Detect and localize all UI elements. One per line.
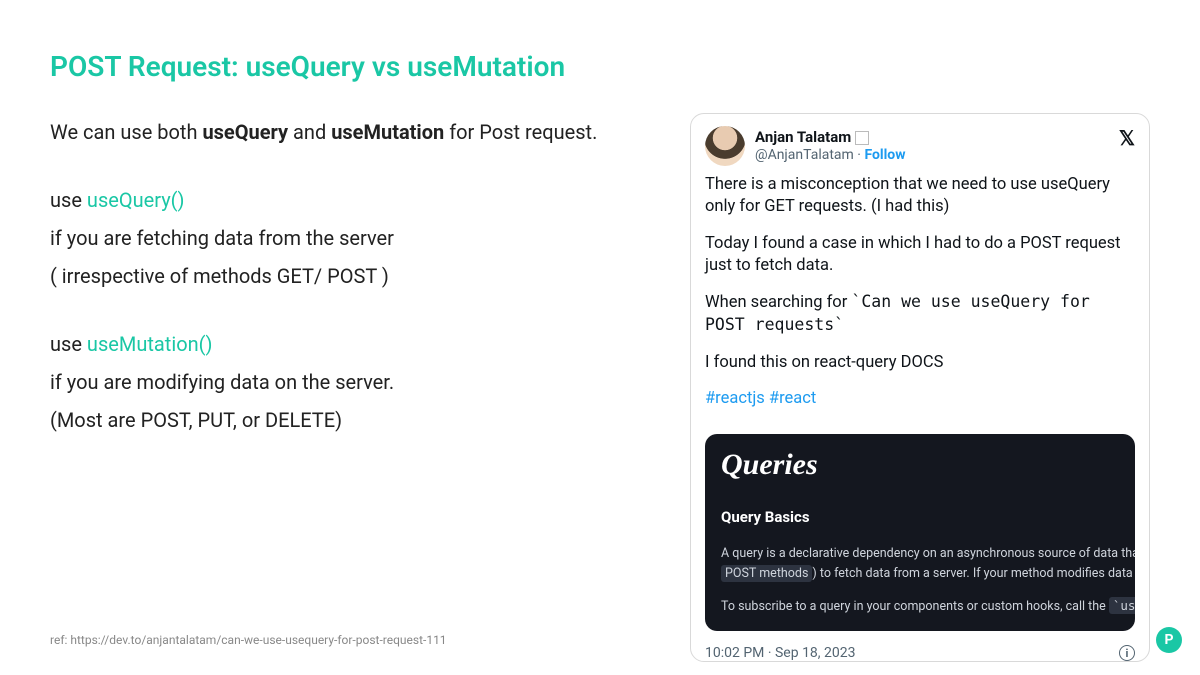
text: and [288, 120, 331, 144]
text: We can use both [50, 120, 202, 144]
tweet-timestamp[interactable]: 10:02 PM · Sep 18, 2023 [705, 645, 856, 661]
tweet-author-handle: @AnjanTalatam · Follow [755, 147, 905, 165]
text: ( irrespective of methods GET/ POST ) [50, 264, 389, 288]
reference-link: ref: https://dev.to/anjantalatam/can-we-… [50, 633, 447, 647]
bold-usemutation: useMutation [331, 120, 444, 144]
text: Anjan Talatam [755, 128, 851, 147]
text: if you are modifying data on the server. [50, 370, 394, 394]
text: for Post request. [444, 120, 597, 144]
text: @AnjanTalatam [755, 147, 854, 163]
tweet-author-name[interactable]: Anjan Talatam [755, 128, 869, 147]
highlight-pill: POST methods [721, 565, 812, 582]
tweet-body: There is a misconception that we need to… [691, 174, 1149, 434]
docs-text: A query is a declarative dependency on a… [721, 544, 1119, 617]
x-logo-icon[interactable]: 𝕏 [1119, 126, 1135, 151]
tweet-text: There is a misconception that we need to… [705, 174, 1135, 219]
docs-subtitle: Query Basics [721, 508, 1119, 526]
tweet-text: When searching for `Can we use useQuery … [705, 291, 1135, 338]
text: use [50, 332, 87, 356]
text: ) to fetch data from a server. If your m… [812, 566, 1135, 581]
brand-badge: P [1156, 627, 1182, 653]
usemutation-fn: useMutation() [87, 332, 213, 356]
text: · [854, 147, 865, 163]
text: To subscribe to a query in your componen… [721, 599, 1109, 614]
intro-paragraph: We can use both useQuery and useMutation… [50, 113, 650, 151]
docs-title: Queries [721, 448, 1119, 482]
tweet-footer: 10:02 PM · Sep 18, 2023 i [691, 641, 1149, 661]
docs-embed[interactable]: Queries Query Basics A query is a declar… [705, 434, 1135, 631]
usequery-block: use useQuery() if you are fetching data … [50, 181, 650, 295]
tweet-text: Today I found a case in which I had to d… [705, 233, 1135, 278]
hashtags[interactable]: #reactjs #react [705, 388, 1135, 410]
content-right: Anjan Talatam @AnjanTalatam · Follow 𝕏 T… [690, 113, 1150, 662]
badge-icon [855, 131, 869, 145]
text: (Most are POST, PUT, or DELETE) [50, 408, 342, 432]
usemutation-block: use useMutation() if you are modifying d… [50, 325, 650, 439]
content-left: We can use both useQuery and useMutation… [50, 113, 650, 662]
inline-code: `useQuery [1109, 597, 1135, 614]
slide-title: POST Request: useQuery vs useMutation [50, 50, 1150, 83]
text: A query is a declarative dependency on a… [721, 544, 1119, 564]
tweet-card[interactable]: Anjan Talatam @AnjanTalatam · Follow 𝕏 T… [690, 113, 1150, 662]
avatar[interactable] [705, 126, 745, 166]
bold-usequery: useQuery [202, 120, 288, 144]
usequery-fn: useQuery() [87, 188, 185, 212]
tweet-text: I found this on react-query DOCS [705, 352, 1135, 374]
text: When searching for [705, 293, 851, 312]
follow-link[interactable]: Follow [864, 147, 905, 163]
info-icon[interactable]: i [1119, 645, 1135, 661]
text: use [50, 188, 87, 212]
text: if you are fetching data from the server [50, 226, 394, 250]
